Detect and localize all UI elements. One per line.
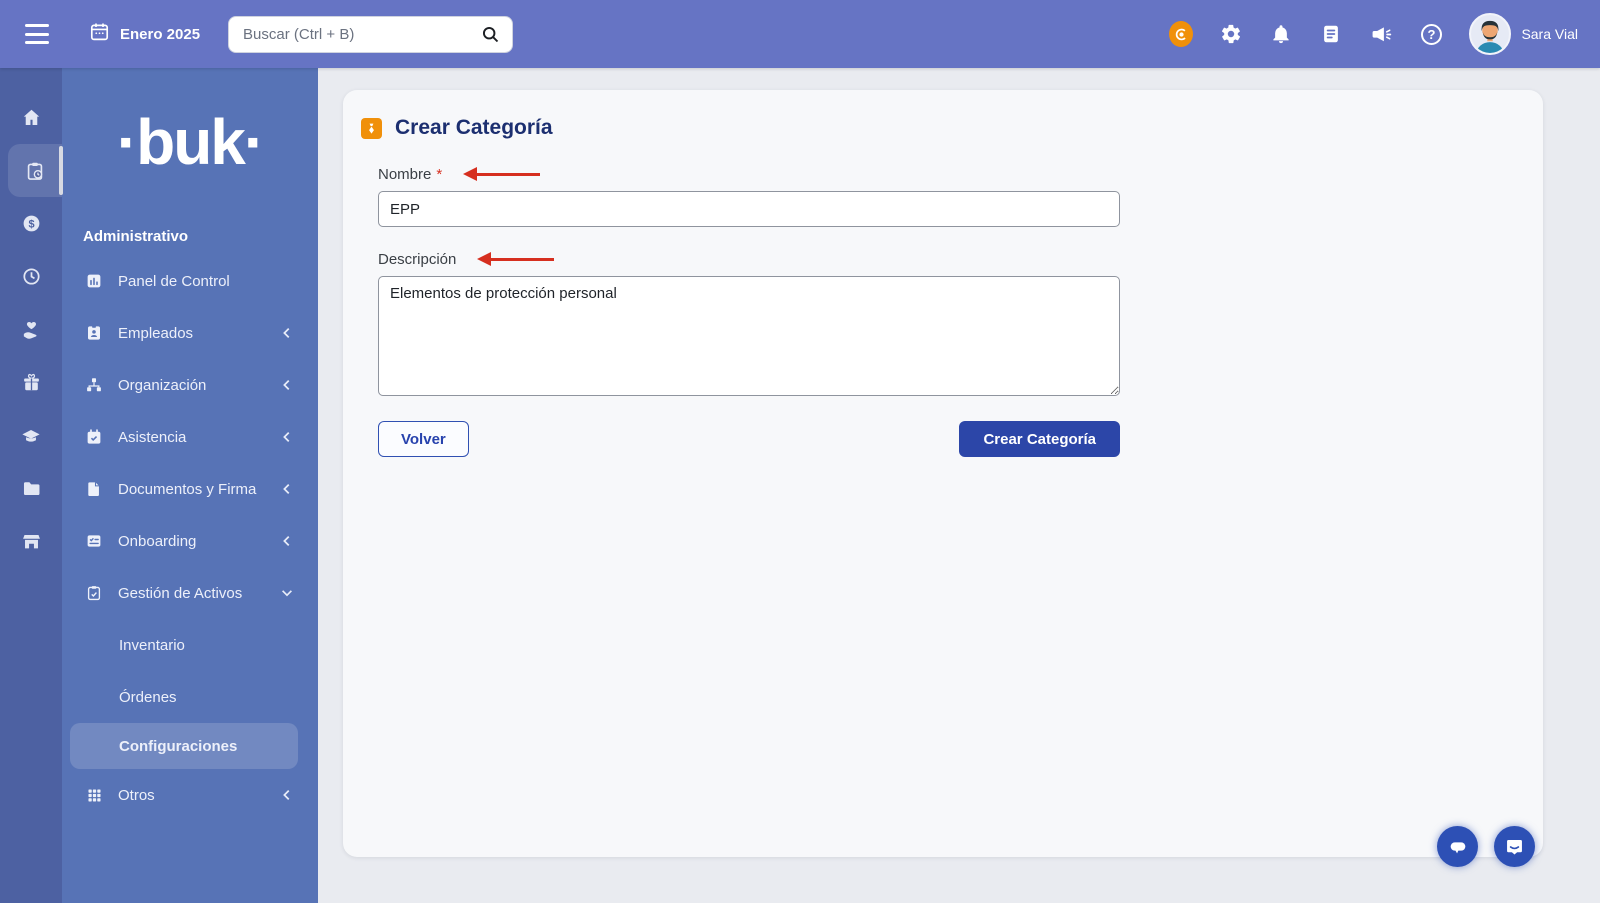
form-actions: Volver Crear Categoría (378, 421, 1120, 457)
sidebar-item-documentos-y-firma[interactable]: Documentos y Firma (62, 463, 318, 515)
graduation-cap-icon (20, 425, 42, 447)
asset-tag-icon (361, 118, 382, 139)
required-asterisk: * (436, 166, 442, 183)
settings-button[interactable] (1219, 22, 1243, 46)
user-name: Sara Vial (1521, 26, 1578, 42)
create-category-form: Nombre * Descripción Elementos de protec… (378, 166, 1120, 457)
topbar: Enero 2025 (0, 0, 1600, 68)
nombre-input[interactable] (378, 191, 1120, 227)
rail-files-button[interactable] (0, 462, 62, 515)
dollar-icon: $ (21, 213, 42, 234)
descripcion-label-row: Descripción (378, 251, 1120, 268)
help-icon: ? (1421, 24, 1442, 45)
clock-icon (21, 266, 42, 287)
back-button[interactable]: Volver (378, 421, 469, 457)
home-icon (21, 107, 42, 128)
sidebar-item-gestion-de-activos[interactable]: Gestión de Activos (62, 567, 318, 619)
org-chart-icon (84, 376, 104, 394)
chat-smile-icon (1504, 836, 1525, 857)
rail-time-button[interactable] (0, 250, 62, 303)
main-content: Crear Categoría Nombre * Descripción Ele… (318, 68, 1600, 903)
calendar-icon (89, 21, 110, 47)
rail-training-button[interactable] (0, 409, 62, 462)
period-selector[interactable]: Enero 2025 (89, 21, 200, 47)
create-category-card: Crear Categoría Nombre * Descripción Ele… (343, 90, 1543, 857)
speech-bubble-icon (1447, 836, 1469, 858)
sidebar-subitem-inventario[interactable]: Inventario (62, 619, 318, 671)
sidebar-item-panel-de-control[interactable]: Panel de Control (62, 255, 318, 307)
beacon-icon (1169, 21, 1193, 47)
sidebar-item-asistencia[interactable]: Asistencia (62, 411, 318, 463)
chevron-left-icon (280, 326, 294, 340)
rail-home-button[interactable] (0, 91, 62, 144)
search-icon[interactable] (480, 24, 501, 50)
grid-icon (84, 787, 104, 804)
rail-benefits-button[interactable] (0, 303, 62, 356)
rail-payments-button[interactable]: $ (0, 197, 62, 250)
menu-toggle-button[interactable] (25, 24, 51, 44)
card-header: Crear Categoría (361, 116, 1543, 140)
whats-new-button[interactable] (1369, 22, 1393, 46)
page-title: Crear Categoría (395, 116, 553, 140)
chevron-left-icon (280, 534, 294, 548)
sidebar-item-onboarding[interactable]: Onboarding (62, 515, 318, 567)
notifications-button[interactable] (1269, 22, 1293, 46)
id-badge-icon (84, 324, 104, 342)
gift-icon (21, 372, 42, 393)
chat-bubble-button[interactable] (1437, 826, 1478, 867)
sidebar-item-empleados[interactable]: Empleados (62, 307, 318, 359)
nombre-label-row: Nombre * (378, 166, 1120, 183)
sidebar: ·buk· Administrativo Panel de Control (62, 68, 318, 903)
nombre-label: Nombre (378, 166, 431, 183)
descripcion-textarea[interactable]: Elementos de protección personal (378, 276, 1120, 396)
rail-marketplace-button[interactable] (0, 515, 62, 568)
gear-icon (1220, 23, 1242, 45)
note-icon (1320, 23, 1342, 45)
search-input[interactable] (228, 16, 513, 53)
annotation-arrow-descripcion (490, 258, 554, 261)
clipboard-clock-icon (24, 160, 46, 182)
module-rail: $ (0, 68, 62, 903)
svg-text:$: $ (28, 218, 34, 230)
document-icon (84, 480, 104, 498)
chevron-down-icon (280, 586, 294, 600)
bell-icon (1270, 23, 1292, 45)
period-label: Enero 2025 (120, 26, 200, 43)
topbar-actions: ? Sara Vial (1169, 0, 1578, 68)
chevron-left-icon (280, 788, 294, 802)
notes-button[interactable] (1319, 22, 1343, 46)
dashboard-icon (84, 272, 104, 290)
app-body: $ (0, 68, 1600, 903)
chevron-left-icon (280, 378, 294, 392)
annotation-arrow-nombre (476, 173, 540, 176)
sidebar-item-organizacion[interactable]: Organización (62, 359, 318, 411)
chevron-left-icon (280, 482, 294, 496)
sidebar-subitem-ordenes[interactable]: Órdenes (62, 671, 318, 723)
buk-logo: ·buk· (62, 82, 318, 202)
calendar-check-icon (84, 428, 104, 446)
create-category-button[interactable]: Crear Categoría (959, 421, 1120, 457)
sidebar-subitem-configuraciones[interactable]: Configuraciones (70, 723, 298, 769)
avatar (1469, 13, 1511, 55)
chevron-left-icon (280, 430, 294, 444)
messenger-button[interactable] (1494, 826, 1535, 867)
profile-label: Administrativo (83, 228, 318, 245)
checklist-icon (84, 532, 104, 550)
folder-icon (21, 478, 42, 499)
clipboard-sync-icon (84, 584, 104, 602)
user-menu[interactable]: Sara Vial (1469, 13, 1578, 55)
rail-gifts-button[interactable] (0, 356, 62, 409)
announcements-beacon-button[interactable] (1169, 22, 1193, 46)
sidebar-item-otros[interactable]: Otros (62, 769, 318, 821)
rail-asset-management-button[interactable] (8, 144, 62, 197)
megaphone-icon (1370, 23, 1393, 46)
search-box (228, 16, 513, 53)
store-icon (21, 531, 42, 552)
descripcion-label: Descripción (378, 251, 456, 268)
hand-heart-icon (20, 319, 42, 341)
help-button[interactable]: ? (1419, 22, 1443, 46)
